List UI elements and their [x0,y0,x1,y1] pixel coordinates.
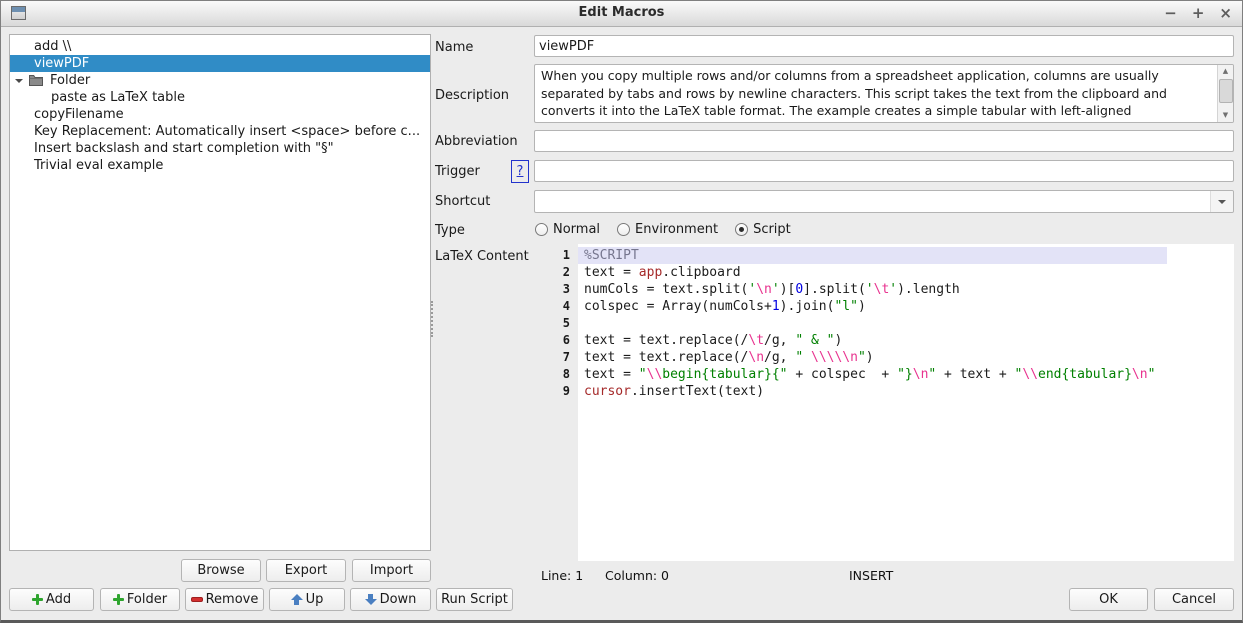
scroll-down-icon[interactable]: ▼ [1218,109,1233,122]
macro-label: Insert backslash and start completion wi… [10,141,334,156]
type-radio-script[interactable]: Script [735,222,791,237]
name-input[interactable] [534,35,1234,57]
title-bar: Edit Macros − + × [1,1,1242,27]
description-textarea[interactable]: When you copy multiple rows and/or colum… [534,64,1234,123]
minus-icon [191,597,203,602]
macro-list-item[interactable]: Insert backslash and start completion wi… [10,140,430,157]
cancel-button[interactable]: Cancel [1154,588,1234,611]
macro-folder-row[interactable]: Folder [10,72,430,89]
macro-list-item[interactable]: Key Replacement: Automatically insert <s… [10,123,430,140]
shortcut-combobox[interactable] [534,190,1234,213]
radio-circle-icon [735,223,748,236]
macro-label: paste as LaTeX table [10,90,185,105]
abbreviation-label: Abbreviation [435,134,518,149]
dialog-title: Edit Macros [1,5,1242,20]
description-scrollbar[interactable]: ▲ ▼ [1217,65,1233,122]
edit-macros-dialog: Edit Macros − + × add \\viewPDFFolderpas… [0,0,1243,623]
line-number: 3 [544,281,572,298]
code-line: text = "\\begin{tabular}{" + colspec + "… [578,366,1234,383]
export-button[interactable]: Export [266,559,346,582]
folder-icon [29,74,43,89]
arrow-down-icon [365,594,377,605]
type-label: Type [435,223,465,238]
macro-list-item[interactable]: add \\ [10,38,430,55]
arrow-up-icon [291,594,303,605]
code-line [578,315,1234,332]
code-line: colspec = Array(numCols+1).join("l") [578,298,1234,315]
maximize-icon[interactable]: + [1192,2,1205,25]
line-number-gutter: 123456789 [544,247,572,400]
scrollbar-thumb[interactable] [1219,79,1233,103]
radio-label: Script [753,222,791,237]
code-line: text = app.clipboard [578,264,1234,281]
code-line: cursor.insertText(text) [578,383,1234,400]
macro-label: Key Replacement: Automatically insert <s… [10,124,420,139]
minimize-icon[interactable]: − [1164,2,1177,25]
radio-circle-icon [617,223,630,236]
macro-label: Trivial eval example [10,158,163,173]
line-number: 2 [544,264,572,281]
type-radio-normal[interactable]: Normal [535,222,600,237]
scroll-up-icon[interactable]: ▲ [1218,65,1233,78]
status-line: Line: 1 [541,568,583,583]
abbreviation-input[interactable] [534,130,1234,152]
line-number: 8 [544,366,572,383]
status-insert-mode: INSERT [849,568,893,583]
code-line: %SCRIPT [578,247,1167,264]
line-number: 5 [544,315,572,332]
trigger-help-button[interactable]: ? [511,160,529,183]
status-column: Column: 0 [605,568,669,583]
add-folder-button[interactable]: Folder [100,588,180,611]
chevron-down-icon[interactable] [1210,191,1233,212]
description-text: When you copy multiple rows and/or colum… [535,65,1217,122]
latex-content-editor[interactable]: %SCRIPTtext = app.clipboardnumCols = tex… [544,244,1234,561]
trigger-input[interactable] [534,160,1234,182]
plus-icon [32,594,43,605]
line-number: 1 [544,247,572,264]
splitter-handle[interactable] [431,301,436,337]
macro-label: copyFilename [10,107,124,122]
line-number: 7 [544,349,572,366]
add-button[interactable]: Add [9,588,94,611]
line-number: 6 [544,332,572,349]
macro-list[interactable]: add \\ viewPDFFolderpaste as LaTeX table c… [9,34,431,551]
description-label: Description [435,88,509,103]
macro-list-item[interactable]: Trivial eval example [10,157,430,174]
move-up-button[interactable]: Up [269,588,345,611]
macro-label: viewPDF [10,56,89,71]
close-icon[interactable]: × [1219,2,1232,25]
code-line: text = text.replace(/\n/g, " \\\\\n") [578,349,1234,366]
move-down-button[interactable]: Down [350,588,431,611]
code-area[interactable]: %SCRIPTtext = app.clipboardnumCols = tex… [578,247,1234,400]
line-number: 9 [544,383,572,400]
radio-circle-icon [535,223,548,236]
ok-button[interactable]: OK [1069,588,1148,611]
radio-label: Environment [635,222,718,237]
line-number: 4 [544,298,572,315]
macro-label: add \\ [10,39,71,54]
name-label: Name [435,40,473,55]
shortcut-label: Shortcut [435,194,490,209]
expander-icon[interactable] [15,79,23,83]
trigger-label: Trigger [435,164,480,179]
type-radio-environment[interactable]: Environment [617,222,718,237]
radio-label: Normal [553,222,600,237]
type-radio-group: Normal Environment Script [535,222,791,237]
code-line: text = text.replace(/\t/g, " & ") [578,332,1234,349]
code-line: numCols = text.split('\n')[0].split('\t'… [578,281,1234,298]
plus-icon [113,594,124,605]
browse-button[interactable]: Browse [181,559,261,582]
macro-list-item[interactable]: copyFilename [10,106,430,123]
latex-content-label: LaTeX Content [435,249,529,264]
run-script-button[interactable]: Run Script [436,588,513,611]
macro-list-item[interactable]: paste as LaTeX table [10,89,430,106]
remove-button[interactable]: Remove [185,588,264,611]
macro-list-item[interactable]: viewPDF [10,55,430,72]
import-button[interactable]: Import [352,559,431,582]
